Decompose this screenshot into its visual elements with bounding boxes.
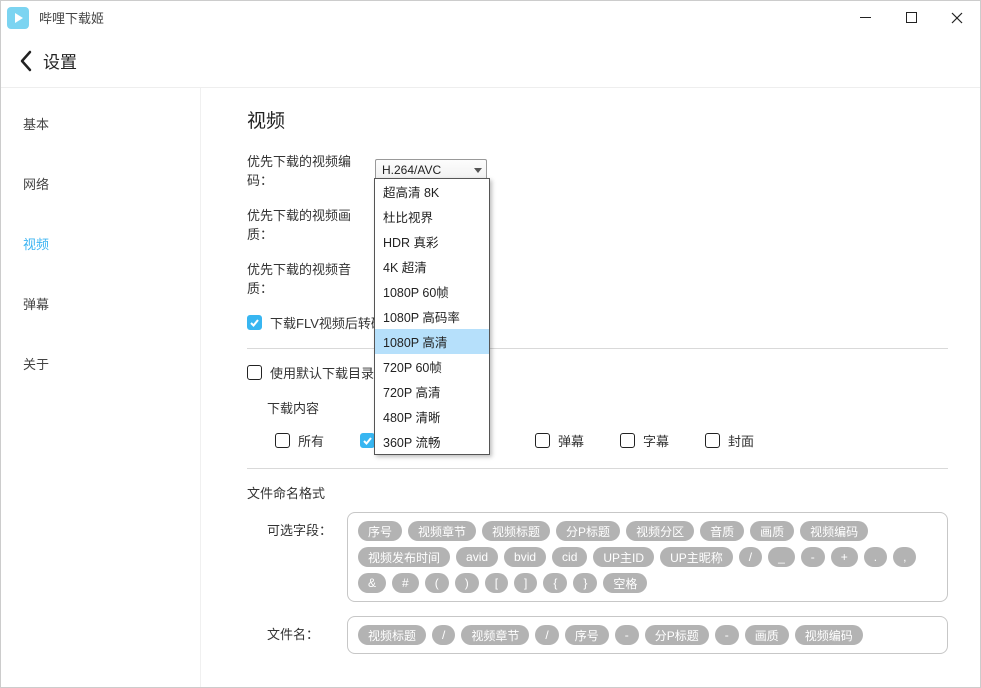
close-button[interactable] bbox=[934, 1, 980, 34]
field-chip[interactable]: 画质 bbox=[750, 521, 794, 541]
quality-dropdown-list[interactable]: 超高清 8K杜比视界HDR 真彩4K 超清1080P 60帧1080P 高码率1… bbox=[374, 178, 490, 455]
quality-option[interactable]: 超高清 8K bbox=[375, 179, 489, 204]
filename-label: 文件名： bbox=[267, 616, 347, 654]
field-chip[interactable]: _ bbox=[768, 547, 795, 567]
field-chip[interactable]: ( bbox=[425, 573, 449, 593]
dl-cover-label: 封面 bbox=[728, 431, 754, 450]
field-chip[interactable]: } bbox=[573, 573, 597, 593]
quality-option[interactable]: 1080P 高码率 bbox=[375, 304, 489, 329]
filename-chip[interactable]: 分P标题 bbox=[645, 625, 709, 645]
field-chip[interactable]: UP主昵称 bbox=[660, 547, 733, 567]
field-chip[interactable]: cid bbox=[552, 547, 587, 567]
minimize-button[interactable] bbox=[842, 1, 888, 34]
download-content-title: 下载内容 bbox=[267, 398, 948, 417]
quality-option[interactable]: 4K 超清 bbox=[375, 254, 489, 279]
sidebar-item-network[interactable]: 网络 bbox=[1, 160, 200, 208]
field-chip[interactable]: bvid bbox=[504, 547, 546, 567]
field-chip[interactable]: 音质 bbox=[700, 521, 744, 541]
flv-transcode-label: 下载FLV视频后转码 bbox=[270, 313, 384, 332]
field-chip[interactable]: + bbox=[831, 547, 858, 567]
default-dir-checkbox[interactable] bbox=[247, 365, 262, 380]
filename-chip[interactable]: - bbox=[615, 625, 639, 645]
sidebar-item-danmaku[interactable]: 弹幕 bbox=[1, 280, 200, 328]
field-chip[interactable]: 视频分区 bbox=[626, 521, 694, 541]
field-chip[interactable]: ) bbox=[455, 573, 479, 593]
field-chip[interactable]: avid bbox=[456, 547, 498, 567]
dl-all-label: 所有 bbox=[298, 431, 324, 450]
sidebar-item-video[interactable]: 视频 bbox=[1, 220, 200, 268]
quality-option[interactable]: 720P 60帧 bbox=[375, 354, 489, 379]
quality-option[interactable]: 480P 清晰 bbox=[375, 404, 489, 429]
field-chip[interactable]: , bbox=[893, 547, 916, 567]
field-chip[interactable]: 视频编码 bbox=[800, 521, 868, 541]
quality-option[interactable]: 360P 流畅 bbox=[375, 429, 489, 454]
window-title: 哔哩下载姬 bbox=[39, 8, 104, 27]
field-chip[interactable]: / bbox=[739, 547, 762, 567]
quality-option[interactable]: 1080P 60帧 bbox=[375, 279, 489, 304]
audio-label: 优先下载的视频音质： bbox=[247, 259, 375, 297]
section-title: 视频 bbox=[247, 106, 948, 133]
dl-subtitle-label: 字幕 bbox=[643, 431, 669, 450]
default-dir-label: 使用默认下载目录 bbox=[270, 363, 374, 382]
app-logo-icon bbox=[7, 7, 29, 29]
maximize-button[interactable] bbox=[888, 1, 934, 34]
content-panel: 视频 优先下载的视频编码： H.264/AVC 优先下载的视频画质： 1080P… bbox=[201, 88, 980, 687]
field-chip[interactable]: ] bbox=[514, 573, 537, 593]
filename-chip[interactable]: 视频章节 bbox=[461, 625, 529, 645]
sidebar-item-basic[interactable]: 基本 bbox=[1, 100, 200, 148]
filename-chip[interactable]: 视频编码 bbox=[795, 625, 863, 645]
dl-cover-checkbox[interactable] bbox=[705, 433, 720, 448]
sidebar-item-about[interactable]: 关于 bbox=[1, 340, 200, 388]
quality-option[interactable]: 杜比视界 bbox=[375, 204, 489, 229]
file-naming-title: 文件命名格式 bbox=[247, 483, 948, 502]
field-chip[interactable]: UP主ID bbox=[593, 547, 654, 567]
field-chip[interactable]: . bbox=[864, 547, 887, 567]
filename-chip[interactable]: / bbox=[432, 625, 455, 645]
field-chip[interactable]: { bbox=[543, 573, 567, 593]
back-button[interactable] bbox=[15, 50, 37, 72]
dl-danmaku-checkbox[interactable] bbox=[535, 433, 550, 448]
field-chip[interactable]: & bbox=[358, 573, 386, 593]
dl-subtitle-checkbox[interactable] bbox=[620, 433, 635, 448]
filename-chip[interactable]: / bbox=[535, 625, 558, 645]
field-chip[interactable]: 序号 bbox=[358, 521, 402, 541]
divider bbox=[247, 468, 948, 469]
optional-fields-box: 序号视频章节视频标题分P标题视频分区音质画质视频编码视频发布时间 avid bvid… bbox=[347, 512, 948, 602]
filename-chip[interactable]: 视频标题 bbox=[358, 625, 426, 645]
chevron-down-icon bbox=[474, 163, 482, 177]
field-chip[interactable]: - bbox=[801, 547, 825, 567]
sidebar: 基本 网络 视频 弹幕 关于 bbox=[1, 88, 201, 687]
divider bbox=[247, 348, 948, 349]
field-chip[interactable]: 分P标题 bbox=[556, 521, 620, 541]
field-chip[interactable]: # bbox=[392, 573, 419, 593]
codec-label: 优先下载的视频编码： bbox=[247, 151, 375, 189]
dl-danmaku-label: 弹幕 bbox=[558, 431, 584, 450]
flv-transcode-checkbox[interactable] bbox=[247, 315, 262, 330]
page-title: 设置 bbox=[43, 48, 77, 73]
filename-chip[interactable]: 序号 bbox=[565, 625, 609, 645]
quality-label: 优先下载的视频画质： bbox=[247, 205, 375, 243]
field-chip[interactable]: 空格 bbox=[603, 573, 647, 593]
optional-fields-label: 可选字段： bbox=[267, 512, 347, 602]
codec-value: H.264/AVC bbox=[382, 163, 441, 177]
quality-option[interactable]: 720P 高清 bbox=[375, 379, 489, 404]
dl-all-checkbox[interactable] bbox=[275, 433, 290, 448]
field-chip[interactable]: [ bbox=[485, 573, 508, 593]
filename-chip[interactable]: 画质 bbox=[745, 625, 789, 645]
filename-chip[interactable]: - bbox=[715, 625, 739, 645]
field-chip[interactable]: 视频标题 bbox=[482, 521, 550, 541]
quality-option[interactable]: HDR 真彩 bbox=[375, 229, 489, 254]
field-chip[interactable]: 视频发布时间 bbox=[358, 547, 450, 567]
field-chip[interactable]: 视频章节 bbox=[408, 521, 476, 541]
filename-box: 视频标题/视频章节/序号-分P标题-画质视频编码 bbox=[347, 616, 948, 654]
dl-hidden-checkbox[interactable] bbox=[360, 433, 375, 448]
quality-option[interactable]: 1080P 高清 bbox=[375, 329, 489, 354]
